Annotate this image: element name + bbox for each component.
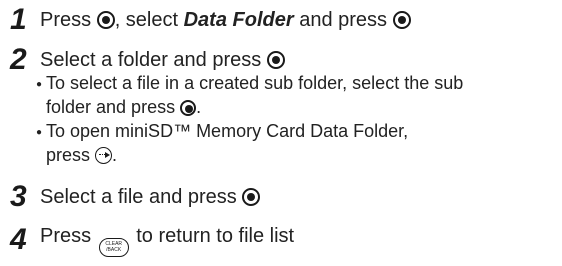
- step-2: 2 Select a folder and press: [10, 45, 285, 75]
- bullet-note-minisd: ● To open miniSD™ Memory Card Data Folder…: [36, 121, 409, 165]
- step-number: 2: [10, 43, 27, 76]
- step-number: 1: [10, 3, 27, 36]
- center-select-key-icon: [96, 11, 115, 29]
- center-select-key-icon: [266, 51, 285, 69]
- clear-back-key-icon: CLEAR/BACK: [98, 237, 129, 257]
- step-4: 4 Press CLEAR/BACK to return to file lis…: [10, 224, 294, 257]
- step-text: Select a file and press: [40, 185, 261, 209]
- menu-arrow-key-icon: [95, 147, 113, 164]
- data-folder-label: Data Folder: [183, 9, 294, 31]
- step-number: 4: [10, 223, 27, 257]
- step-number: 3: [10, 180, 27, 213]
- bullet-note-sub-folder: ● To select a file in a created sub folde…: [36, 73, 464, 117]
- step-3: 3 Select a file and press: [10, 180, 261, 213]
- step-1: 1 Press , select Data Folder and press: [10, 5, 411, 35]
- step-text: Press CLEAR/BACK to return to file list: [40, 224, 294, 257]
- center-select-key-icon: [392, 11, 411, 29]
- center-select-key-icon: [180, 100, 197, 116]
- step-text: Select a folder and press: [40, 48, 285, 72]
- center-select-key-icon: [242, 188, 261, 206]
- step-text: Press , select Data Folder and press: [40, 8, 411, 32]
